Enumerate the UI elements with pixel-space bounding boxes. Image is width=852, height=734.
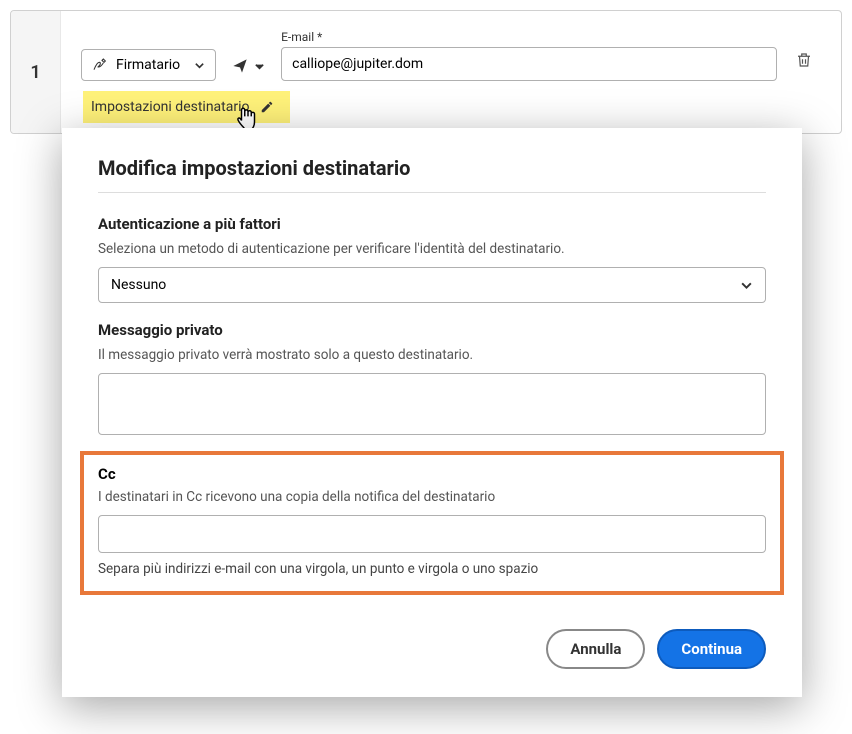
mfa-heading: Autenticazione a più fattori	[98, 215, 766, 233]
modal-wrapper: Modifica impostazioni destinatario Auten…	[62, 128, 802, 697]
pencil-icon	[260, 100, 274, 114]
private-message-description: Il messaggio privato verrà mostrato solo…	[98, 347, 766, 363]
recipient-settings-modal: Modifica impostazioni destinatario Auten…	[62, 128, 802, 697]
pen-sign-icon	[92, 57, 108, 73]
recipient-number: 1	[11, 11, 61, 133]
paper-plane-icon	[232, 58, 248, 74]
cc-hint: Separa più indirizzi e-mail con una virg…	[98, 561, 766, 577]
email-label: E-mail *	[281, 30, 777, 44]
cc-section: Cc I destinatari in Cc ricevono una copi…	[80, 451, 784, 595]
recipient-content: Firmatario E-mail * Impostazioni destina…	[61, 11, 841, 133]
private-message-input[interactable]	[98, 373, 766, 435]
role-label: Firmatario	[116, 57, 180, 73]
email-input[interactable]	[281, 47, 777, 81]
cc-input[interactable]	[98, 515, 766, 553]
role-select[interactable]: Firmatario	[81, 49, 216, 81]
settings-link-label: Impostazioni destinatario	[91, 99, 250, 115]
chevron-down-icon	[194, 60, 205, 71]
trash-icon	[795, 51, 813, 69]
recipient-row: 1 Firmatario E-mail * Impostazioni desti…	[10, 10, 842, 134]
mfa-select[interactable]: Nessuno	[98, 267, 766, 303]
modal-title: Modifica impostazioni destinatario	[98, 156, 766, 180]
mfa-description: Seleziona un metodo di autenticazione pe…	[98, 241, 766, 257]
cancel-button[interactable]: Annulla	[546, 629, 645, 669]
continue-button[interactable]: Continua	[657, 629, 766, 669]
recipient-settings-link[interactable]: Impostazioni destinatario	[83, 91, 290, 123]
cc-description: I destinatari in Cc ricevono una copia d…	[98, 489, 766, 505]
delete-recipient-button[interactable]	[787, 43, 821, 81]
divider	[98, 192, 766, 193]
mfa-selected-value: Nessuno	[111, 277, 166, 293]
recipient-top-row: Firmatario E-mail *	[81, 29, 821, 81]
cc-heading: Cc	[98, 465, 766, 483]
email-block: E-mail *	[281, 30, 777, 81]
modal-actions: Annulla Continua	[98, 629, 766, 669]
chevron-down-icon	[740, 279, 753, 292]
delivery-method-button[interactable]	[226, 51, 271, 81]
private-message-heading: Messaggio privato	[98, 321, 766, 339]
chevron-down-icon	[254, 61, 265, 72]
